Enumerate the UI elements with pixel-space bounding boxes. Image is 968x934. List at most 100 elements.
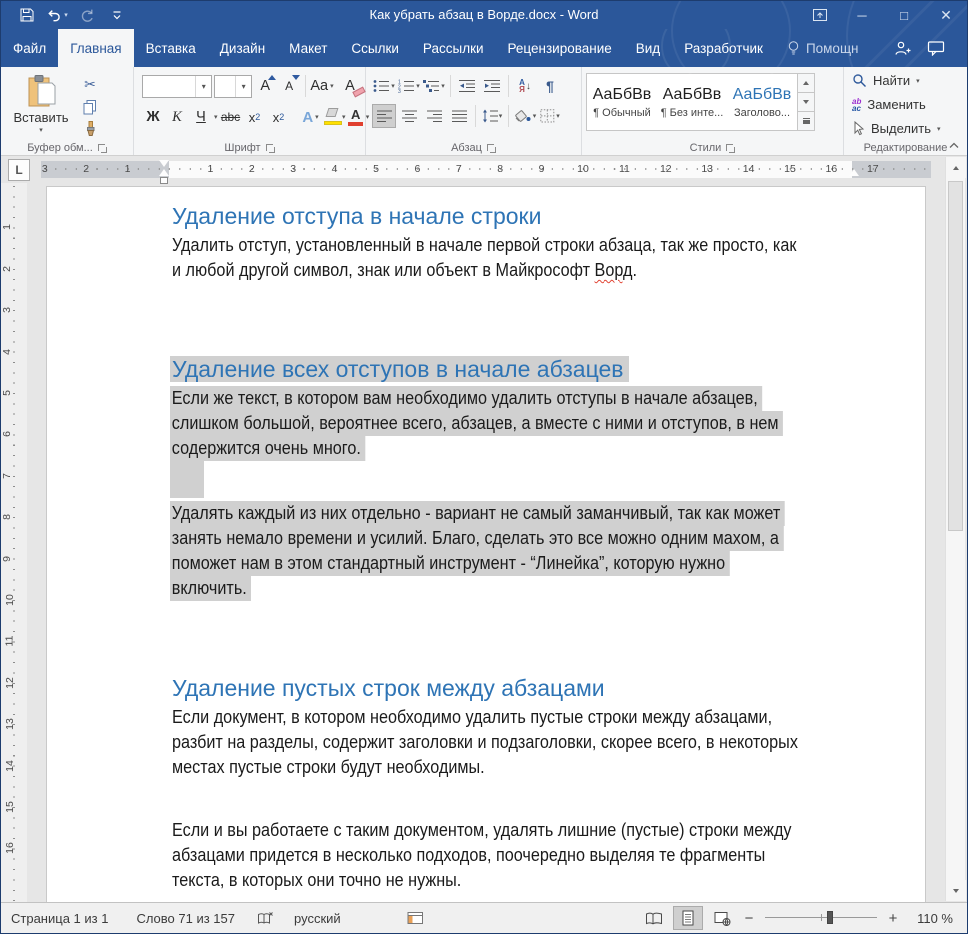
show-paragraph-marks-button[interactable]: ¶ xyxy=(538,74,562,98)
document-line[interactable]: занять немало времени и усилий. Благо, с… xyxy=(170,526,784,551)
underline-button[interactable]: Ч xyxy=(190,105,212,129)
vertical-scrollbar[interactable] xyxy=(945,157,966,901)
multilevel-list-button[interactable]: ▾ xyxy=(422,74,446,98)
document-line[interactable]: местах пустые строки будут необходимы. xyxy=(172,755,485,780)
tab-home[interactable]: Главная xyxy=(58,29,134,67)
print-layout-button[interactable] xyxy=(673,906,703,930)
read-mode-button[interactable] xyxy=(639,906,669,930)
zoom-percentage[interactable]: 110 % xyxy=(905,911,953,926)
maximize-button[interactable]: □ xyxy=(883,1,925,29)
font-size-dropdown-arrow[interactable]: ▾ xyxy=(235,75,251,97)
undo-dropdown-arrow[interactable]: ▾ xyxy=(64,11,68,19)
document-line[interactable]: разбит на разделы, содержит заголовки и … xyxy=(172,730,798,755)
line-spacing-button[interactable]: ▾ xyxy=(480,104,504,128)
horizontal-ruler[interactable]: 3 2 1 1 2 3 4 5 6 7 8 9 10 11 12 13 14 15 16 17 xyxy=(41,161,931,178)
align-right-button[interactable] xyxy=(422,104,446,128)
tab-file[interactable]: Файл xyxy=(1,29,58,67)
text-highlight-button[interactable]: ▾ xyxy=(323,105,346,129)
replace-button[interactable]: ab ac Заменить xyxy=(852,94,967,115)
page-number-indicator[interactable]: Страница 1 из 1 xyxy=(11,911,108,926)
redo-button[interactable] xyxy=(75,3,99,27)
tab-layout[interactable]: Макет xyxy=(277,29,339,67)
copy-button[interactable] xyxy=(77,97,103,117)
document-line[interactable]: Если документ, в котором необходимо удал… xyxy=(172,705,772,730)
tab-design[interactable]: Дизайн xyxy=(208,29,277,67)
document-line[interactable]: абзацами придется в несколько подходов, … xyxy=(172,843,765,868)
font-size-combo[interactable]: ▾ xyxy=(214,74,253,98)
save-button[interactable] xyxy=(15,3,39,27)
format-painter-button[interactable] xyxy=(77,119,103,139)
shading-button[interactable]: ▾ xyxy=(513,104,537,128)
clear-formatting-button[interactable]: А xyxy=(339,74,366,98)
styles-scroll-up-button[interactable] xyxy=(798,74,814,93)
proofing-status-button[interactable] xyxy=(257,911,274,926)
comments-button[interactable] xyxy=(919,29,953,67)
zoom-slider[interactable] xyxy=(765,908,877,928)
cut-button[interactable]: ✂ xyxy=(77,75,103,95)
font-name-dropdown-arrow[interactable]: ▾ xyxy=(195,75,211,97)
document-page[interactable]: Удаление отступа в начале строки Удалить … xyxy=(46,186,926,902)
document-paragraph[interactable]: Если и вы работаете с таким документом, … xyxy=(172,818,865,893)
document-line[interactable]: и любой другой символ, знак или объект в… xyxy=(172,258,637,283)
scroll-down-button[interactable] xyxy=(946,880,966,901)
increase-indent-button[interactable] xyxy=(480,74,504,98)
subscript-button[interactable]: х2 xyxy=(244,105,266,129)
tab-developer[interactable]: Разработчик xyxy=(672,29,775,67)
zoom-out-button[interactable]: − xyxy=(741,910,757,927)
tab-selector-button[interactable]: L xyxy=(8,159,30,181)
italic-button[interactable]: К xyxy=(166,105,188,129)
close-button[interactable]: ✕ xyxy=(925,1,967,29)
minimize-button[interactable]: ─ xyxy=(841,1,883,29)
document-line[interactable]: слишком большой, вероятнее всего, абзаце… xyxy=(170,411,784,436)
document-paragraph[interactable]: Удалить отступ, установленный в начале п… xyxy=(172,233,865,283)
paste-dropdown-arrow[interactable]: ▾ xyxy=(39,126,43,134)
paste-button[interactable]: Вставить ▾ xyxy=(5,71,77,139)
tab-review[interactable]: Рецензирование xyxy=(496,29,624,67)
ribbon-display-options-button[interactable] xyxy=(799,1,841,29)
tab-view[interactable]: Вид xyxy=(624,29,672,67)
macro-record-button[interactable] xyxy=(407,911,424,925)
document-heading[interactable]: Удаление пустых строк между абзацами xyxy=(172,675,865,701)
bold-button[interactable]: Ж xyxy=(142,105,164,129)
find-button[interactable]: Найти ▾ xyxy=(852,70,967,91)
styles-scroll-down-button[interactable] xyxy=(798,93,814,112)
align-center-button[interactable] xyxy=(397,104,421,128)
dialog-launcher-icon[interactable] xyxy=(97,143,107,153)
document-paragraph[interactable]: Удалять каждый из них отдельно - вариант… xyxy=(170,501,865,601)
text-effects-button[interactable]: А ▾ xyxy=(300,105,322,129)
document-line[interactable]: Удалять каждый из них отдельно - вариант… xyxy=(170,501,785,526)
document-paragraph[interactable]: Если документ, в котором необходимо удал… xyxy=(172,705,865,780)
change-case-button[interactable]: Aa ▾ xyxy=(310,74,333,98)
scrollbar-thumb[interactable] xyxy=(948,181,963,531)
style-normal[interactable]: АаБбВв ¶ Обычный xyxy=(587,74,657,130)
tab-mailings[interactable]: Рассылки xyxy=(411,29,496,67)
customize-qat-button[interactable] xyxy=(105,3,129,27)
decrease-indent-button[interactable] xyxy=(455,74,479,98)
select-button[interactable]: Выделить ▾ xyxy=(852,118,967,139)
left-indent-marker[interactable] xyxy=(160,177,168,184)
dialog-launcher-icon[interactable] xyxy=(726,143,735,153)
borders-button[interactable]: ▾ xyxy=(538,104,562,128)
shrink-font-button[interactable]: А xyxy=(278,74,301,98)
bullets-button[interactable]: ▾ xyxy=(372,74,396,98)
web-layout-button[interactable] xyxy=(707,906,737,930)
document-heading[interactable]: Удаление всех отступов в начале абзацев xyxy=(170,356,865,382)
document-heading[interactable]: Удаление отступа в начале строки xyxy=(172,203,865,229)
scroll-up-button[interactable] xyxy=(946,157,966,178)
misspelled-word[interactable]: Ворд xyxy=(595,260,633,280)
sort-button[interactable]: АЯ ↓ xyxy=(513,74,537,98)
dialog-launcher-icon[interactable] xyxy=(486,143,496,153)
sign-in-button[interactable] xyxy=(885,29,919,67)
numbering-button[interactable]: 1 2 3 ▾ xyxy=(397,74,421,98)
styles-more-button[interactable] xyxy=(798,112,814,130)
tab-insert[interactable]: Вставка xyxy=(134,29,208,67)
underline-dropdown-arrow[interactable]: ▾ xyxy=(214,113,218,121)
tab-references[interactable]: Ссылки xyxy=(339,29,411,67)
document-line[interactable]: включить. xyxy=(170,576,252,601)
vertical-ruler[interactable]: 1 2 3 4 5 6 7 8 9 10 11 12 13 14 15 16 xyxy=(1,183,27,902)
grow-font-button[interactable]: А xyxy=(254,74,277,98)
dialog-launcher-icon[interactable] xyxy=(265,143,275,153)
document-line[interactable]: поможет нам в этом стандартный инструмен… xyxy=(170,551,730,576)
zoom-slider-thumb[interactable] xyxy=(826,911,833,924)
font-name-combo[interactable]: ▾ xyxy=(142,74,213,98)
